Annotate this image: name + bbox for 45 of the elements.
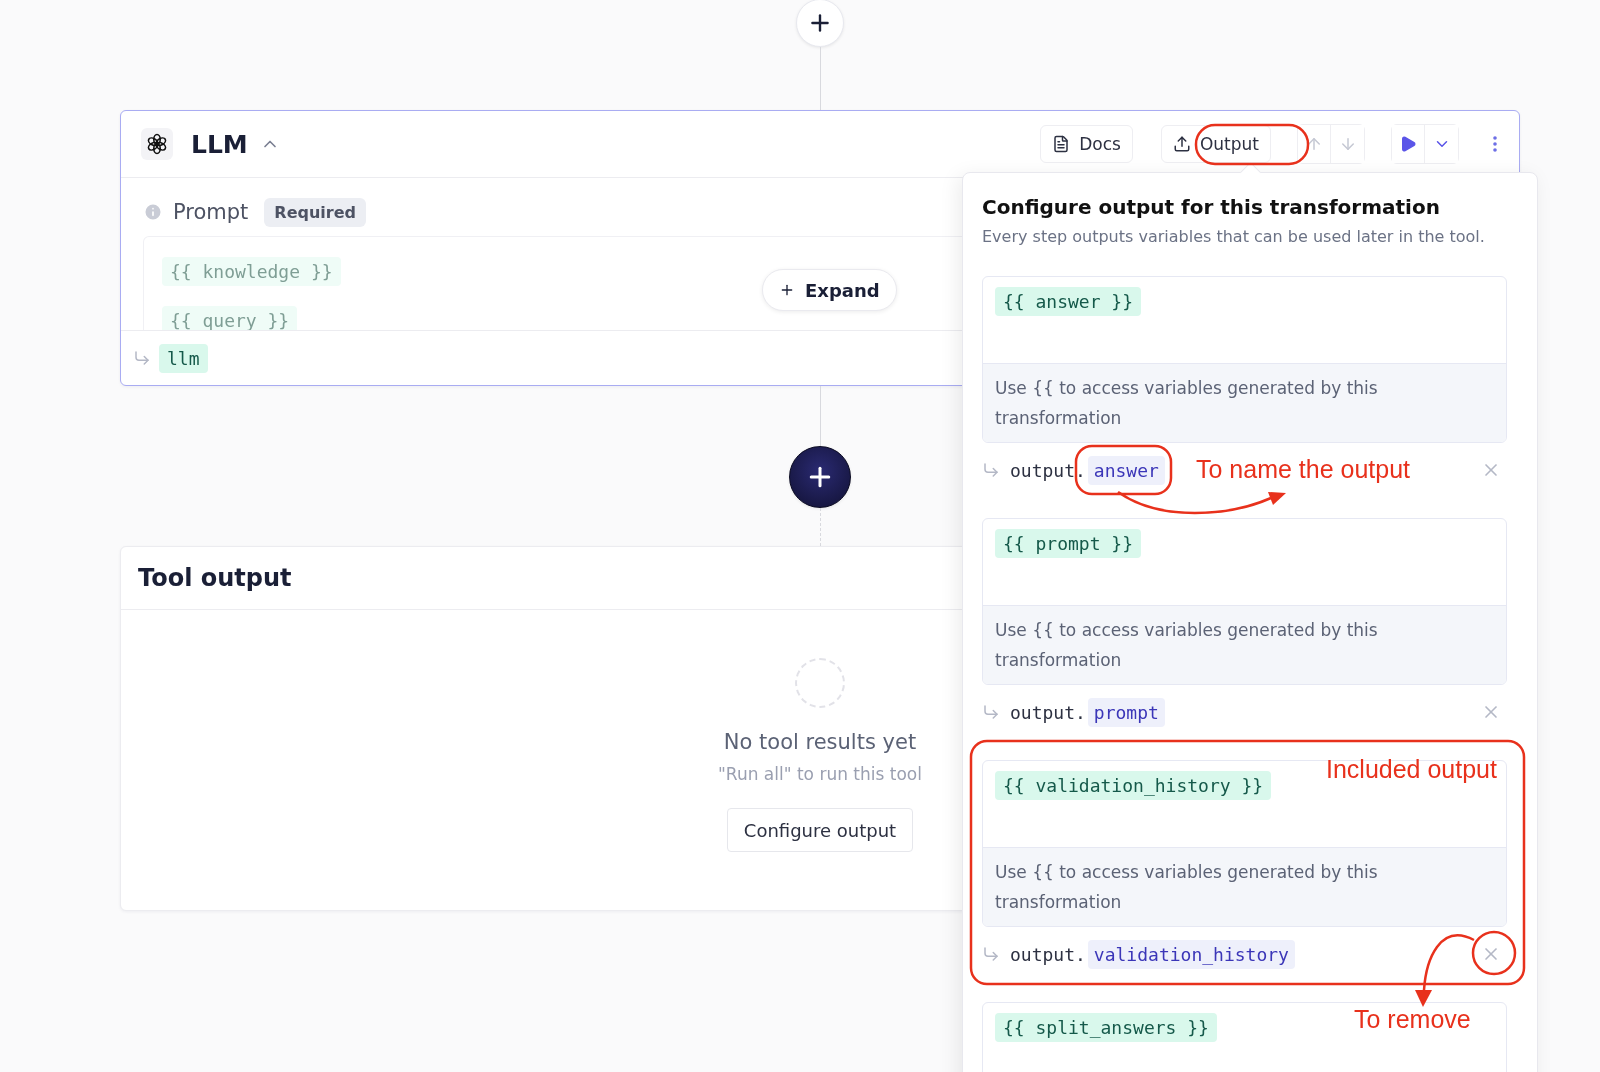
run-button[interactable] [1392,125,1425,163]
variable-tag: {{ query }} [162,306,298,330]
section-title: Tool output [138,564,292,592]
popover-title: Configure output for this transformation [982,195,1441,219]
hint-text: Use {{ to access variables generated by this transformation [995,377,1379,430]
annotation-text: To name the output [1196,455,1411,484]
variable-tag: {{ knowledge }} [162,257,341,286]
step-title: LLM [191,129,248,159]
docs-button[interactable]: Docs [1040,125,1133,163]
info-icon [143,202,163,222]
configure-output-button[interactable]: Configure output [726,808,914,852]
more-icon [1493,136,1497,152]
plus-icon [779,282,795,298]
return-arrow-icon [982,945,1000,963]
return-arrow-icon [133,349,151,367]
move-up-button[interactable] [1298,125,1331,163]
more-button[interactable] [1493,136,1497,152]
return-arrow-icon [982,703,1000,721]
upload-icon [1172,135,1191,153]
variable-tag: {{ validation_history }} [995,771,1272,800]
empty-state-icon [795,658,845,708]
hint-text: Use {{ to access variables generated by this transformation [995,861,1379,914]
play-icon [1399,135,1417,153]
expand-button[interactable]: Expand [762,269,897,311]
variable-tag: {{ split_answers }} [995,1013,1217,1042]
output-button[interactable]: Output [1160,125,1271,163]
output-prefix: output. [1010,701,1086,723]
empty-state-hint: "Run all" to run this tool [718,764,922,784]
annotation-text: To remove [1354,1005,1471,1034]
output-name-field[interactable]: validation_history [1087,939,1295,969]
add-step-button[interactable] [789,446,851,508]
variable-tag: {{ answer }} [995,287,1142,316]
variable-tag: {{ prompt }} [995,529,1142,558]
highlight-ring [1471,930,1517,976]
output-name-field[interactable]: answer [1087,455,1165,485]
return-arrow-icon [982,461,1000,479]
document-icon [1052,135,1071,153]
empty-state-title: No tool results yet [723,730,917,754]
hint-text: Use {{ to access variables generated by this transformation [995,619,1379,672]
annotation-text: Included output [1326,755,1497,784]
output-name-field[interactable]: prompt [1087,697,1165,727]
required-badge: Required [264,197,367,227]
variable-tag: llm [159,343,208,373]
output-prefix: output. [1010,943,1086,965]
prompt-label: Prompt [173,200,249,224]
